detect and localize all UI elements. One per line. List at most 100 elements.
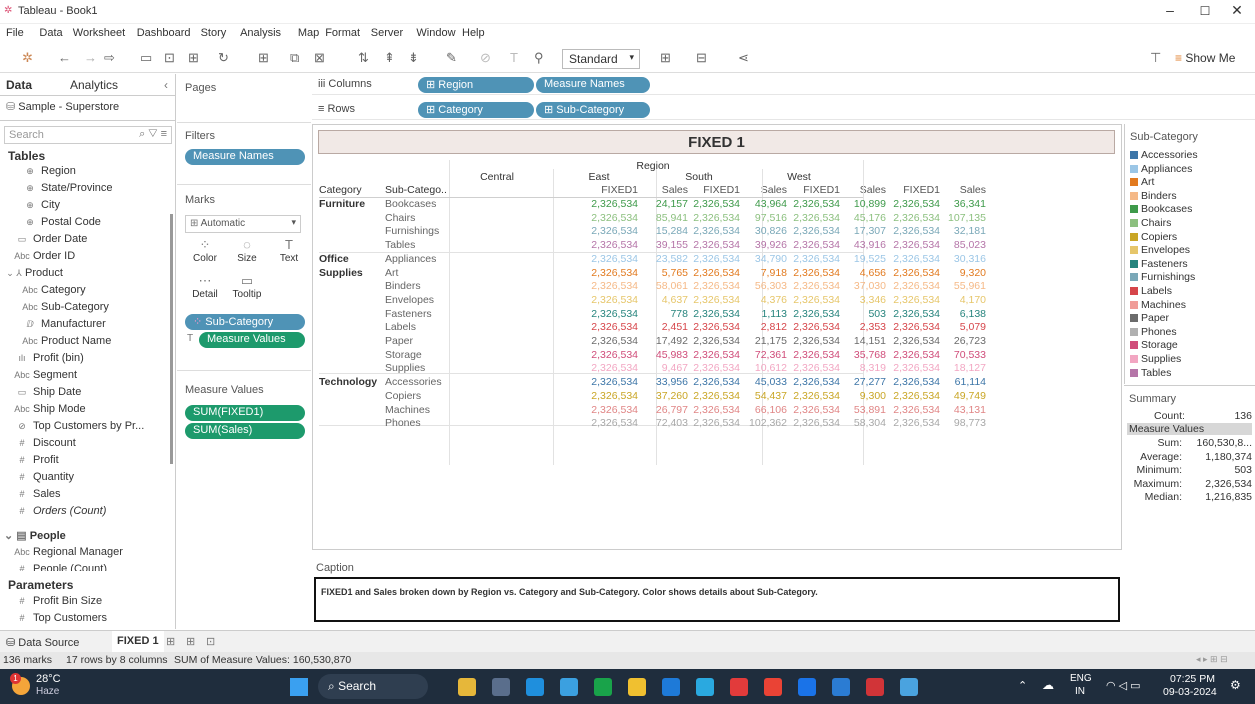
new-worksheet-icon[interactable]: ⊞ (166, 635, 175, 648)
marks-tooltip-button[interactable]: ▭ Tooltip (227, 273, 267, 305)
legend-item-machines[interactable]: Machines (1130, 299, 1186, 312)
field-city[interactable]: ⊕ City (22, 199, 60, 216)
taskbar-app-icon[interactable] (730, 678, 748, 696)
share-icon[interactable]: ⋖ (738, 50, 749, 66)
taskbar-search[interactable]: ⌕ Search (318, 674, 428, 699)
measure-value-pill-fixed1[interactable]: SUM(FIXED1) (185, 405, 305, 421)
new-dashboard-icon[interactable]: ⊞ (186, 635, 195, 648)
column-pill-region[interactable]: ⊞ Region (418, 77, 534, 93)
field-sub-category[interactable]: Abc Sub-Category (22, 301, 109, 318)
tab-data[interactable]: Data (6, 78, 32, 92)
field-top-customers-by-pr-[interactable]: ⊘ Top Customers by Pr... (14, 420, 144, 437)
field-category[interactable]: Abc Category (22, 284, 85, 301)
field-segment[interactable]: Abc Segment (14, 369, 77, 386)
field-state-province[interactable]: ⊕ State/Province (22, 182, 112, 199)
taskbar-app-icon[interactable] (492, 678, 510, 696)
legend-item-supplies[interactable]: Supplies (1130, 353, 1181, 366)
wifi-volume-battery-icon[interactable]: ◠ ◁ ▭ (1106, 679, 1141, 692)
swap-icon[interactable]: ⇅ (358, 50, 369, 66)
data-source-tab[interactable]: ⛁ Data Source (6, 636, 79, 649)
show-labels-icon[interactable]: ⊞ (660, 50, 671, 66)
label-icon[interactable]: T (510, 50, 518, 65)
collapse-icon[interactable]: ‹ (164, 78, 168, 92)
row-pill-sub-category[interactable]: ⊞ Sub-Category (536, 102, 650, 118)
taskbar-app-icon[interactable] (594, 678, 612, 696)
notifications-icon[interactable]: ⚙ (1230, 678, 1241, 692)
field-ship-mode[interactable]: Abc Ship Mode (14, 403, 85, 420)
windows-start-icon[interactable] (290, 678, 308, 696)
legend-item-envelopes[interactable]: Envelopes (1130, 244, 1190, 257)
legend-item-art[interactable]: Art (1130, 176, 1154, 189)
legend-item-chairs[interactable]: Chairs (1130, 217, 1171, 230)
menu-item-dashboard[interactable]: Dashboard (137, 27, 191, 39)
redo-icon[interactable]: ⇨ (104, 50, 115, 66)
field-profit-bin-[interactable]: ılı Profit (bin) (14, 352, 83, 369)
people-folder[interactable]: ⌄ ▤ People (4, 529, 66, 546)
menu-item-worksheet[interactable]: Worksheet (73, 27, 125, 39)
row-pill-category[interactable]: ⊞ Category (418, 102, 534, 118)
legend-item-bookcases[interactable]: Bookcases (1130, 203, 1192, 216)
pin-icon[interactable]: ⚲ (534, 50, 544, 66)
tableau-home-icon[interactable]: ✲ (22, 50, 33, 66)
sheet-tab-fixed1[interactable]: FIXED 1 (112, 631, 164, 652)
tab-analytics[interactable]: Analytics (70, 78, 118, 92)
menu-item-server[interactable]: Server (371, 27, 403, 39)
legend-item-binders[interactable]: Binders (1130, 190, 1177, 203)
legend-item-appliances[interactable]: Appliances (1130, 163, 1192, 176)
legend-item-labels[interactable]: Labels (1130, 285, 1172, 298)
column-pill-measure-names[interactable]: Measure Names (536, 77, 650, 93)
marks-detail-button[interactable]: ⋯ Detail (185, 273, 225, 305)
caption-text[interactable]: FIXED1 and Sales broken down by Region v… (314, 577, 1120, 622)
new-datasource-icon[interactable]: ⊡ (164, 50, 175, 66)
group-icon[interactable]: ⊘ (480, 50, 491, 66)
save-icon[interactable]: ▭ (140, 50, 152, 66)
search-input[interactable]: Search ⌕ ▽ ≡ (4, 126, 172, 144)
field-orders-count-[interactable]: # Orders (Count) (14, 505, 106, 522)
taskbar-app-icon[interactable] (696, 678, 714, 696)
marks-size-button[interactable]: ◌ Size (227, 237, 267, 269)
columns-shelf[interactable]: iii Columns ⊞ Region Measure Names (312, 74, 1255, 95)
taskbar-app-icon[interactable] (458, 678, 476, 696)
legend-item-tables[interactable]: Tables (1130, 367, 1171, 380)
taskbar-app-icon[interactable] (798, 678, 816, 696)
worksheet-view[interactable]: FIXED 1 Region Central East South West Catego… (312, 124, 1122, 550)
field-postal-code[interactable]: ⊕ Postal Code (22, 216, 101, 233)
taskbar-app-icon[interactable] (900, 678, 918, 696)
taskbar-app-icon[interactable] (560, 678, 578, 696)
refresh-icon[interactable]: ↻ (218, 50, 229, 66)
field-region[interactable]: ⊕ Region (22, 165, 76, 182)
field-discount[interactable]: # Discount (14, 437, 75, 454)
measure-value-pill-sales[interactable]: SUM(Sales) (185, 423, 305, 439)
parameter-top-customers[interactable]: # Top Customers (14, 612, 107, 629)
taskbar-app-icon[interactable] (526, 678, 544, 696)
filter-pill-measure-names[interactable]: Measure Names (185, 149, 305, 165)
field-order-id[interactable]: Abc Order ID (14, 250, 75, 267)
menu-item-story[interactable]: Story (201, 27, 227, 39)
legend-item-furnishings[interactable]: Furnishings (1130, 271, 1195, 284)
taskbar-app-icon[interactable] (628, 678, 646, 696)
datasource-item[interactable]: ⛁ Sample - Superstore (6, 100, 119, 113)
sheet-nav-icon[interactable]: ◂ ▸ ⊞ ⊟ (1196, 654, 1228, 665)
mark-type-dropdown[interactable]: ⊞ Automatic ▾ (185, 215, 301, 233)
parameter-profit-bin-size[interactable]: # Profit Bin Size (14, 595, 102, 612)
field-ship-date[interactable]: ▭ Ship Date (14, 386, 82, 403)
field-sales[interactable]: # Sales (14, 488, 60, 505)
clear-sheet-icon[interactable]: ⊠ (314, 50, 325, 66)
field-order-date[interactable]: ▭ Order Date (14, 233, 88, 250)
legend-item-fasteners[interactable]: Fasteners (1130, 258, 1188, 271)
sort-ascending-icon[interactable]: ⇞ (384, 50, 395, 66)
back-icon[interactable]: ← (58, 50, 71, 65)
menu-item-map[interactable]: Map (298, 27, 319, 39)
field-product[interactable]: ⌄ ⅄ Product (6, 267, 63, 284)
marks-text-button[interactable]: T Text (269, 237, 309, 269)
field-product-name[interactable]: Abc Product Name (22, 335, 111, 352)
menu-item-data[interactable]: Data (39, 27, 62, 39)
duplicate-sheet-icon[interactable]: ⧉ (290, 50, 299, 66)
new-story-icon[interactable]: ⊡ (206, 635, 215, 648)
marks-color-button[interactable]: ⁘ Color (185, 237, 225, 269)
taskbar-app-icon[interactable] (832, 678, 850, 696)
tray-chevron-icon[interactable]: ⌃ (1018, 679, 1027, 692)
field-regional-manager[interactable]: Abc Regional Manager (14, 546, 123, 563)
show-me-button[interactable]: ≡ Show Me (1175, 51, 1235, 65)
new-sheet-icon[interactable]: ⊞ (188, 50, 199, 66)
